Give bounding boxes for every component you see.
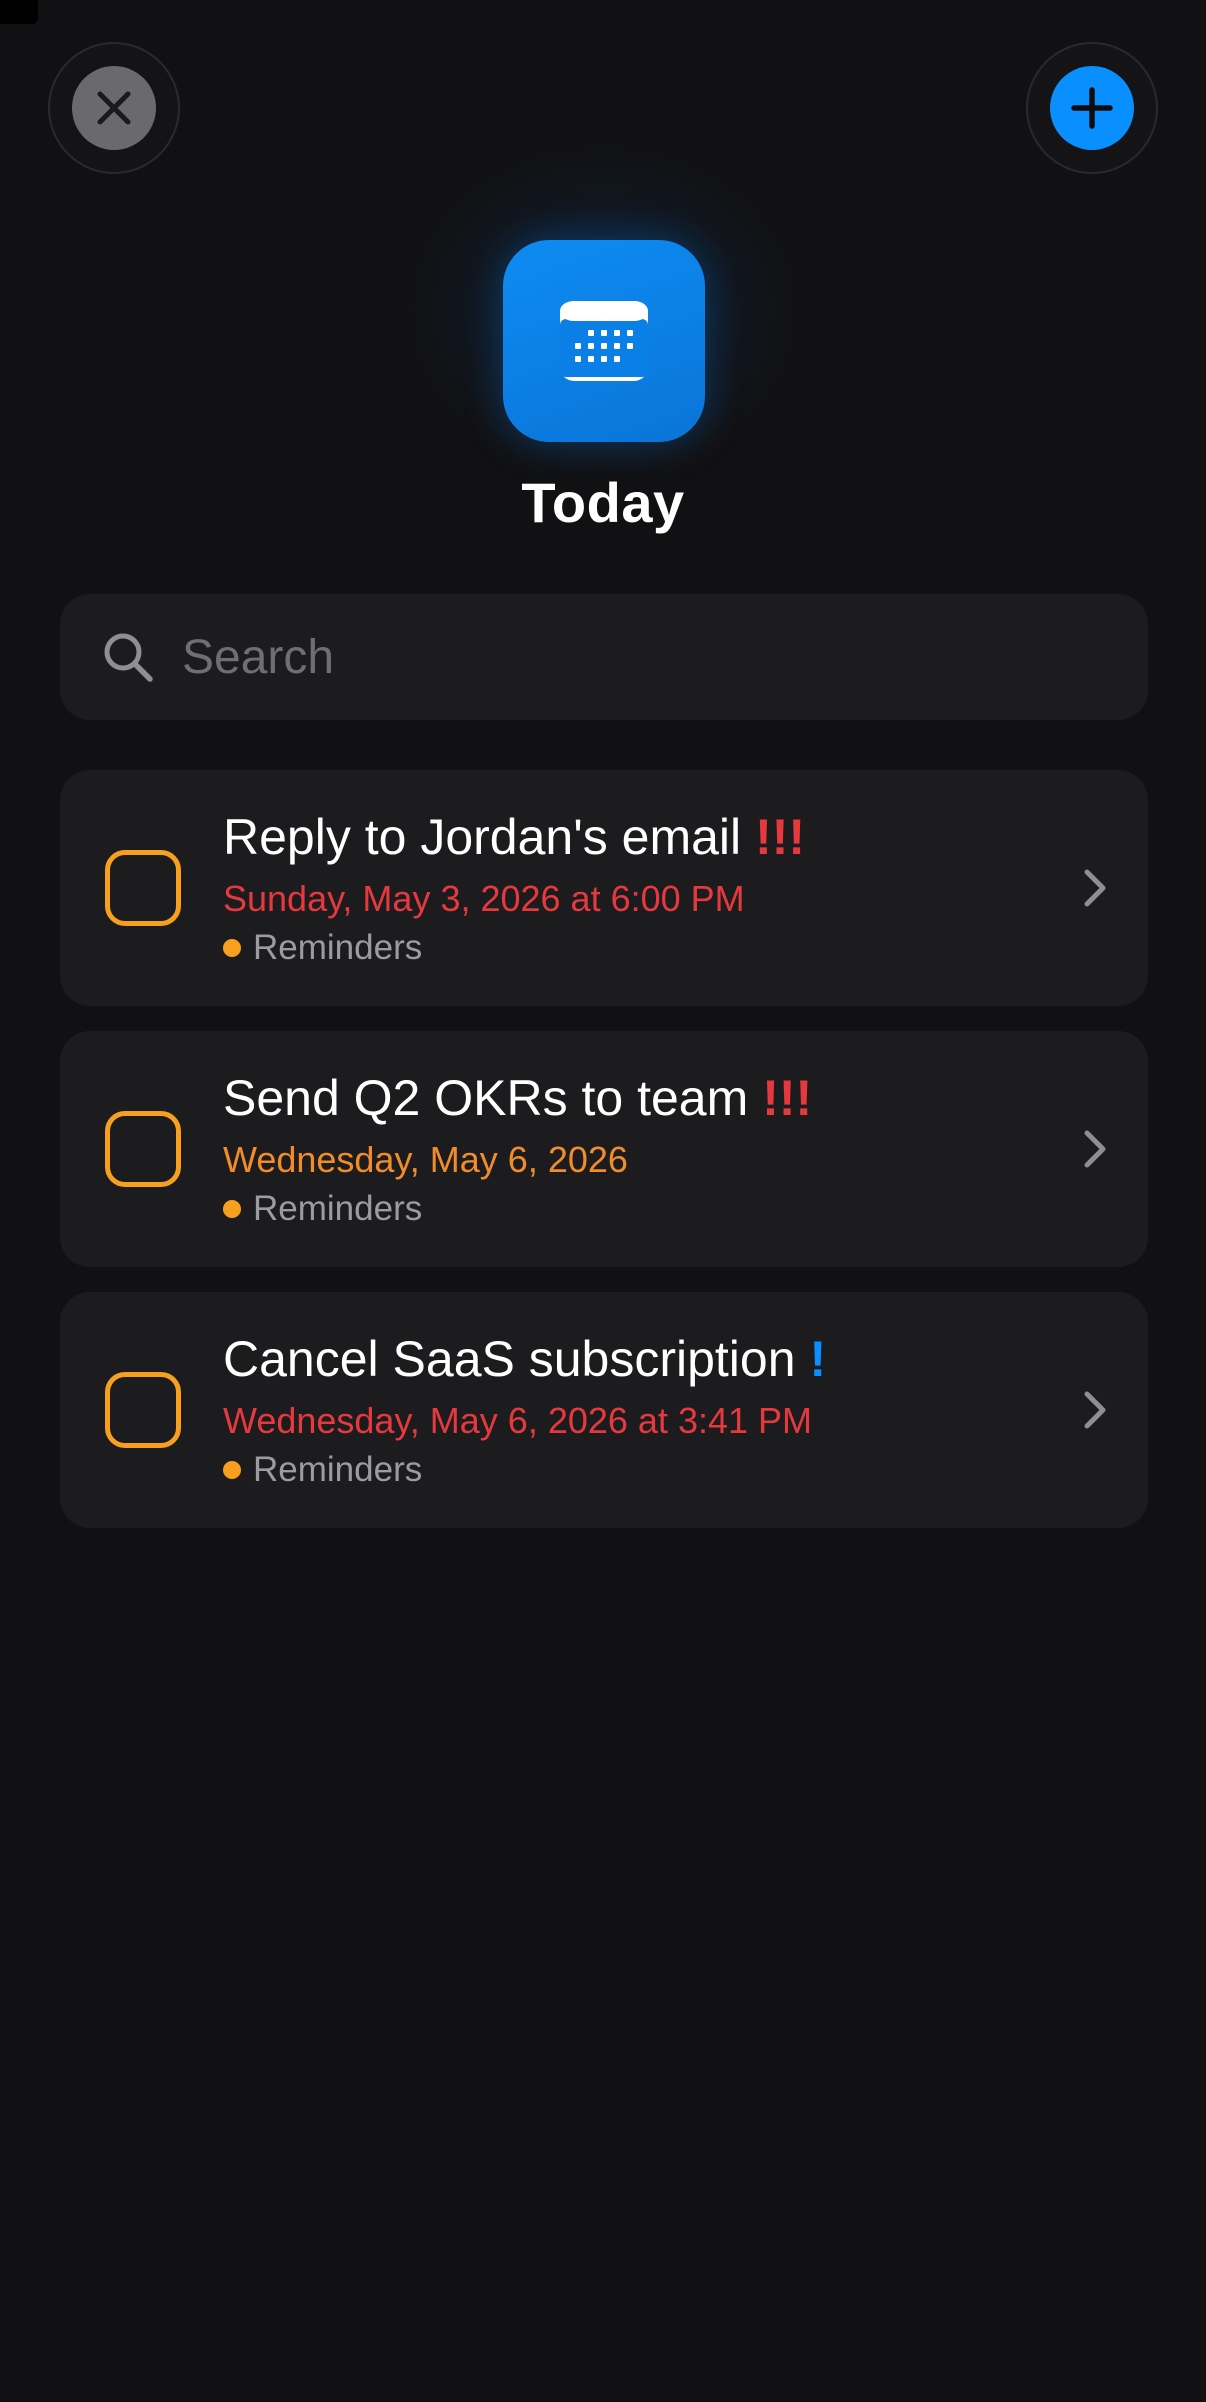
reminder-checkbox[interactable] [105, 850, 181, 926]
reminder-title: Send Q2 OKRs to team [223, 1070, 749, 1126]
reminder-due-date: Wednesday, May 6, 2026 [223, 1139, 628, 1180]
reminder-due-date: Sunday, May 3, 2026 at 6:00 PM [223, 878, 745, 919]
reminder-row[interactable]: Cancel SaaS subscription! Wednesday, May… [60, 1292, 1148, 1528]
chevron-right-icon[interactable] [1070, 1124, 1120, 1174]
reminder-title: Cancel SaaS subscription [223, 1331, 796, 1387]
calendar-icon [560, 301, 648, 381]
list-color-dot [223, 1200, 241, 1218]
list-color-dot [223, 1461, 241, 1479]
reminder-title: Reply to Jordan's email [223, 809, 742, 865]
search-icon [100, 629, 156, 685]
search-input[interactable] [182, 629, 1082, 685]
close-button-circle [72, 66, 156, 150]
add-button[interactable] [1026, 42, 1158, 174]
priority-flag: ! [809, 1331, 827, 1387]
list-color-dot [223, 939, 241, 957]
page-title: Today [521, 471, 685, 534]
reminder-list-info: Reminders [223, 928, 422, 968]
status-corner [0, 0, 38, 24]
reminder-list-name: Reminders [253, 1450, 423, 1489]
reminder-list-name: Reminders [253, 1189, 423, 1228]
reminder-list-info: Reminders [223, 1450, 422, 1490]
priority-flag: !!! [762, 1070, 813, 1126]
chevron-right-icon[interactable] [1070, 863, 1120, 913]
today-screen: Today Reply to Jordan's email!!! Sunday,… [0, 0, 1206, 2402]
reminder-checkbox[interactable] [105, 1372, 181, 1448]
reminder-list-name: Reminders [253, 928, 423, 967]
reminder-checkbox[interactable] [105, 1111, 181, 1187]
plus-icon [1071, 87, 1113, 129]
add-button-circle [1050, 66, 1134, 150]
reminder-list-info: Reminders [223, 1189, 422, 1229]
reminder-row[interactable]: Send Q2 OKRs to team!!! Wednesday, May 6… [60, 1031, 1148, 1267]
reminder-title-line: Reply to Jordan's email!!! [223, 808, 805, 866]
reminder-title-line: Send Q2 OKRs to team!!! [223, 1069, 812, 1127]
today-list-icon [503, 240, 705, 442]
reminder-title-line: Cancel SaaS subscription! [223, 1330, 826, 1388]
search-bar[interactable] [60, 594, 1148, 720]
priority-flag: !!! [755, 809, 806, 865]
reminder-row[interactable]: Reply to Jordan's email!!! Sunday, May 3… [60, 770, 1148, 1006]
close-button[interactable] [48, 42, 180, 174]
close-icon [97, 91, 131, 125]
reminder-due-date: Wednesday, May 6, 2026 at 3:41 PM [223, 1400, 813, 1441]
chevron-right-icon[interactable] [1070, 1385, 1120, 1435]
